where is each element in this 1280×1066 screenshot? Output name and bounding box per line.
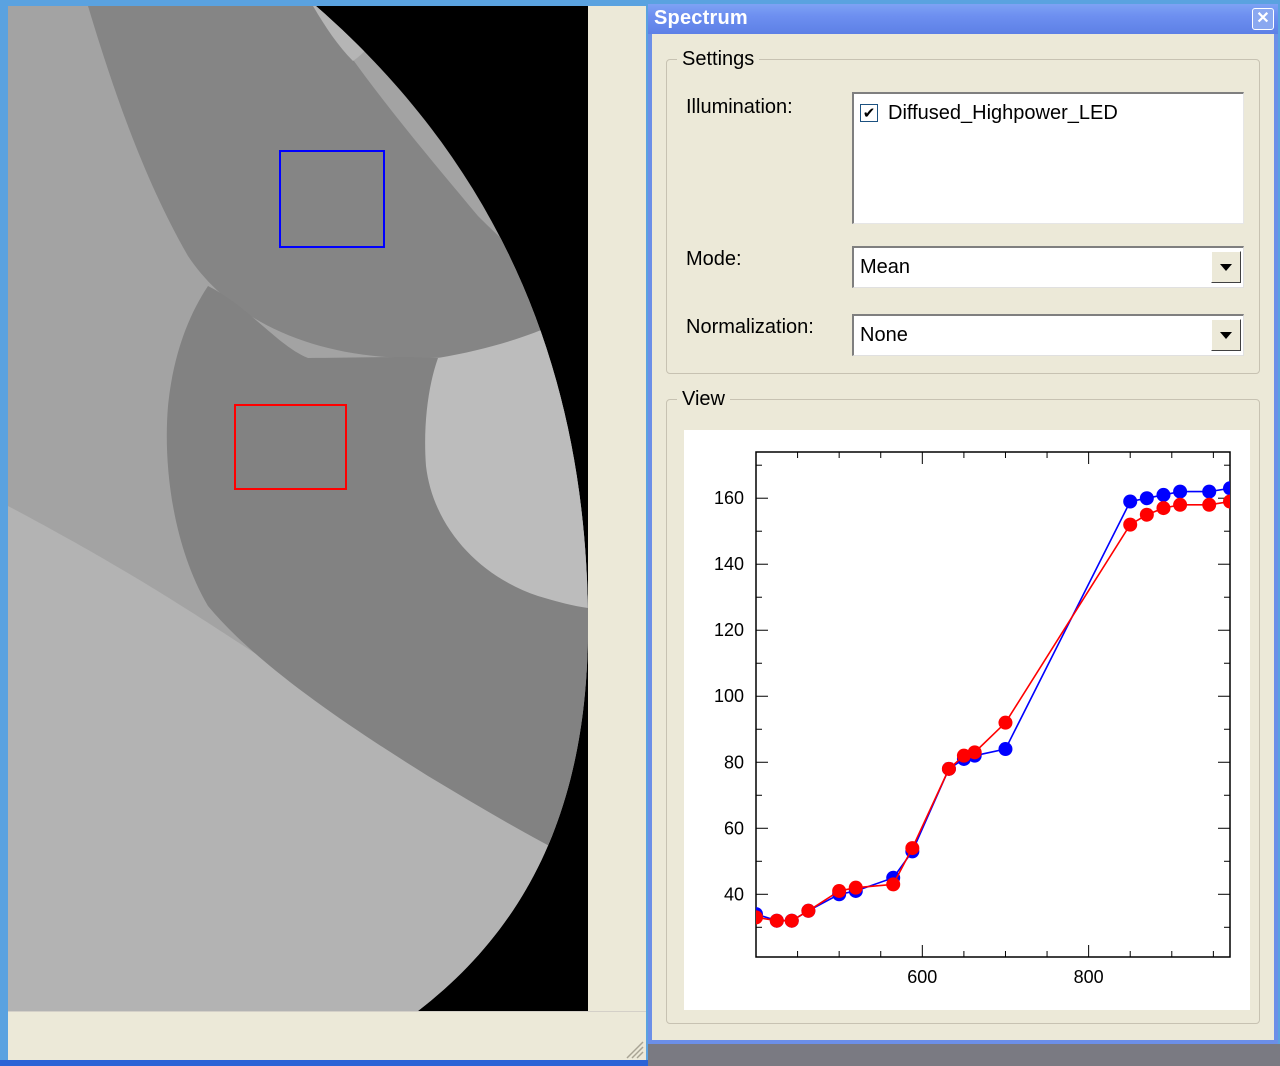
spectrum-window: Spectrum ✕ Settings Illumination: ✔ Diff… [648,4,1278,1044]
y-tick-label: 100 [714,686,744,706]
sample-image [8,6,588,1011]
settings-legend: Settings [682,48,755,70]
y-tick-label: 60 [724,818,744,838]
taskbar-edge [0,1060,648,1066]
series-point-1 [1223,494,1230,509]
image-window-background [588,6,646,1011]
series-point-1 [1173,497,1188,512]
chevron-down-icon [1220,331,1232,339]
normalization-dropdown-button[interactable] [1211,319,1241,351]
close-button[interactable]: ✕ [1252,8,1274,30]
series-point-1 [905,841,920,856]
mode-label: Mode: [686,248,742,270]
series-point-1 [886,877,901,892]
mode-value: Mean [860,256,911,278]
window-bottom-strip [648,1044,1280,1066]
y-tick-label: 80 [724,752,744,772]
series-point-0 [1223,481,1230,496]
spectrum-titlebar[interactable]: Spectrum ✕ [648,4,1278,34]
series-point-1 [1202,497,1217,512]
x-tick-label: 600 [907,967,937,987]
series-point-1 [784,913,799,928]
series-point-0 [1123,494,1138,509]
mode-dropdown-button[interactable] [1211,251,1241,283]
series-point-0 [1173,484,1188,499]
series-point-0 [1139,491,1154,506]
illumination-list[interactable]: ✔ Diffused_Highpower_LED [852,92,1244,224]
y-tick-label: 160 [714,488,744,508]
x-tick-label: 800 [1074,967,1104,987]
y-tick-label: 140 [714,554,744,574]
series-point-1 [756,910,763,925]
series-point-1 [769,913,784,928]
resize-grip-icon[interactable] [622,1037,644,1059]
series-point-0 [1202,484,1217,499]
normalization-label: Normalization: [686,316,814,338]
series-point-1 [1139,507,1154,522]
y-tick-label: 120 [714,620,744,640]
series-point-1 [1123,517,1138,532]
image-viewport[interactable] [8,6,588,1011]
chevron-down-icon [1220,263,1232,271]
normalization-value: None [860,324,908,346]
illumination-item-label: Diffused_Highpower_LED [888,101,1118,124]
normalization-select[interactable]: None [852,314,1244,356]
series-point-1 [1156,501,1171,516]
series-point-1 [832,883,847,898]
view-legend: View [682,388,725,410]
series-point-1 [998,715,1013,730]
image-window [8,6,646,1061]
series-point-1 [848,880,863,895]
list-item[interactable]: ✔ Diffused_Highpower_LED [860,100,1118,126]
window-title: Spectrum [654,7,748,29]
series-point-1 [941,761,956,776]
series-point-0 [1156,487,1171,502]
series-point-0 [998,742,1013,757]
plot-frame [755,451,1231,958]
image-window-status-area [8,1011,646,1061]
checkmark-icon: ✔ [862,104,876,122]
series-point-1 [801,903,816,918]
y-tick-label: 40 [724,884,744,904]
illumination-label: Illumination: [686,96,793,118]
spectrum-plot-area[interactable]: 40 60 80 100 120 140 160 600 800 [684,430,1250,1010]
spectrum-chart: 40 60 80 100 120 140 160 600 800 [714,451,1231,987]
illumination-checkbox[interactable]: ✔ [860,104,878,122]
series-point-1 [967,745,982,760]
mode-select[interactable]: Mean [852,246,1244,288]
